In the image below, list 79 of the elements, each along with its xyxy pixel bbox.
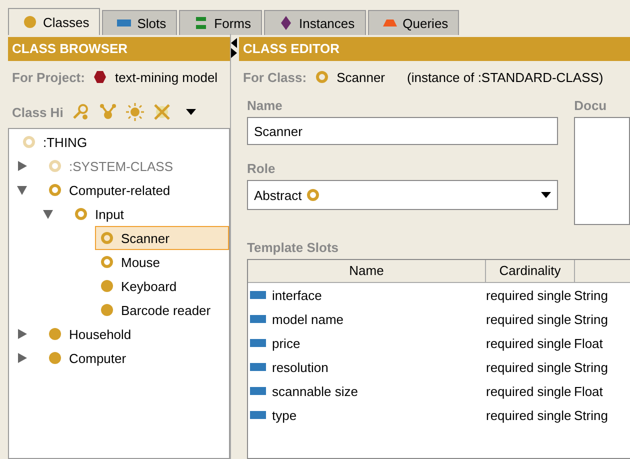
slot-icon (250, 315, 266, 323)
table-cell: required single (486, 312, 572, 326)
table-cell: String (574, 408, 608, 422)
panel-header: CLASS EDITOR (239, 37, 630, 61)
tree-item[interactable]: Scanner (95, 226, 229, 250)
slot-icon (250, 339, 266, 347)
tree-item[interactable]: Barcode reader (95, 298, 229, 322)
slot-icon (250, 387, 266, 395)
documentation-label: Docu (574, 97, 608, 115)
table-cell: model name (272, 312, 344, 326)
project-label: For Project: (12, 70, 85, 84)
table-cell: scannable size (272, 384, 358, 398)
right-arrow-icon[interactable] (17, 353, 27, 363)
table-cell: type (272, 408, 297, 422)
tree-item[interactable]: Household (43, 322, 229, 346)
class-name: Scanner (336, 70, 385, 84)
tree-item[interactable]: Keyboard (95, 274, 229, 298)
template-slots-label: Template Slots (247, 239, 340, 257)
hierarchy-label: Class Hi (12, 104, 64, 120)
tab[interactable]: Forms (179, 10, 262, 35)
ring-icon (100, 255, 114, 269)
filled-circle-icon (48, 327, 62, 341)
tree-item[interactable]: :SYSTEM-CLASS (43, 154, 229, 178)
caret-icon[interactable] (186, 109, 196, 115)
tree-item[interactable]: :THING (17, 130, 229, 154)
bars-icon (194, 16, 208, 30)
project-name: text-mining model (114, 70, 218, 84)
slot-icon (250, 363, 266, 371)
diamond-icon (279, 16, 293, 30)
tab[interactable]: Classes (8, 8, 100, 35)
name-label: Name (247, 97, 284, 115)
table-cell: String (574, 312, 608, 326)
filled-circle-icon (100, 303, 114, 317)
table-cell: resolution (272, 360, 328, 374)
column-header[interactable]: Cardinality (486, 260, 575, 282)
ring-icon (22, 135, 36, 149)
table-cell: price (272, 336, 300, 350)
table-cell: String (574, 360, 608, 374)
role-dropdown[interactable]: Abstract (247, 180, 558, 210)
table-cell: String (574, 288, 608, 302)
ring-icon (100, 231, 114, 245)
tab[interactable]: Slots (102, 10, 178, 35)
slot-icon (250, 291, 266, 299)
tree-item[interactable]: Computer (43, 346, 229, 370)
table-cell: required single (486, 384, 572, 398)
table-cell: required single (486, 336, 572, 350)
tree-item[interactable]: Mouse (95, 250, 229, 274)
column-header[interactable]: Name (248, 260, 486, 282)
down-arrow-icon[interactable] (43, 209, 53, 219)
right-arrow-icon[interactable] (17, 329, 27, 339)
tree-item[interactable]: Input (69, 202, 229, 226)
class-label: For Class: (243, 70, 307, 84)
table-cell: Float (574, 384, 603, 398)
tab[interactable]: Instances (264, 10, 366, 35)
table-cell: required single (486, 408, 572, 422)
table-cell: Float (574, 336, 603, 350)
documentation-field[interactable] (574, 117, 630, 225)
ring-icon (314, 70, 329, 84)
tab[interactable]: Queries (368, 10, 460, 35)
role-label: Role (247, 160, 276, 178)
filled-circle-icon (48, 351, 62, 365)
ring-icon (48, 159, 62, 173)
name-field[interactable]: Scanner (247, 117, 558, 145)
ring-icon (306, 188, 320, 202)
caret-icon (541, 192, 552, 198)
panel-header: CLASS BROWSER (8, 37, 230, 61)
right-arrow-icon[interactable] (17, 161, 27, 171)
down-arrow-icon[interactable] (17, 185, 27, 195)
table-cell: required single (486, 360, 572, 374)
table-cell: interface (272, 288, 322, 302)
circle-icon (23, 15, 37, 29)
filled-circle-icon (100, 279, 114, 293)
tree-item[interactable]: Computer-related (43, 178, 229, 202)
instance-of-text: (instance of :STANDARD-CLASS) (407, 70, 604, 84)
ring-icon (74, 207, 88, 221)
table-cell: required single (486, 288, 572, 302)
slot-icon (250, 411, 266, 419)
hexagon-icon (92, 70, 107, 84)
ring-icon (48, 183, 62, 197)
